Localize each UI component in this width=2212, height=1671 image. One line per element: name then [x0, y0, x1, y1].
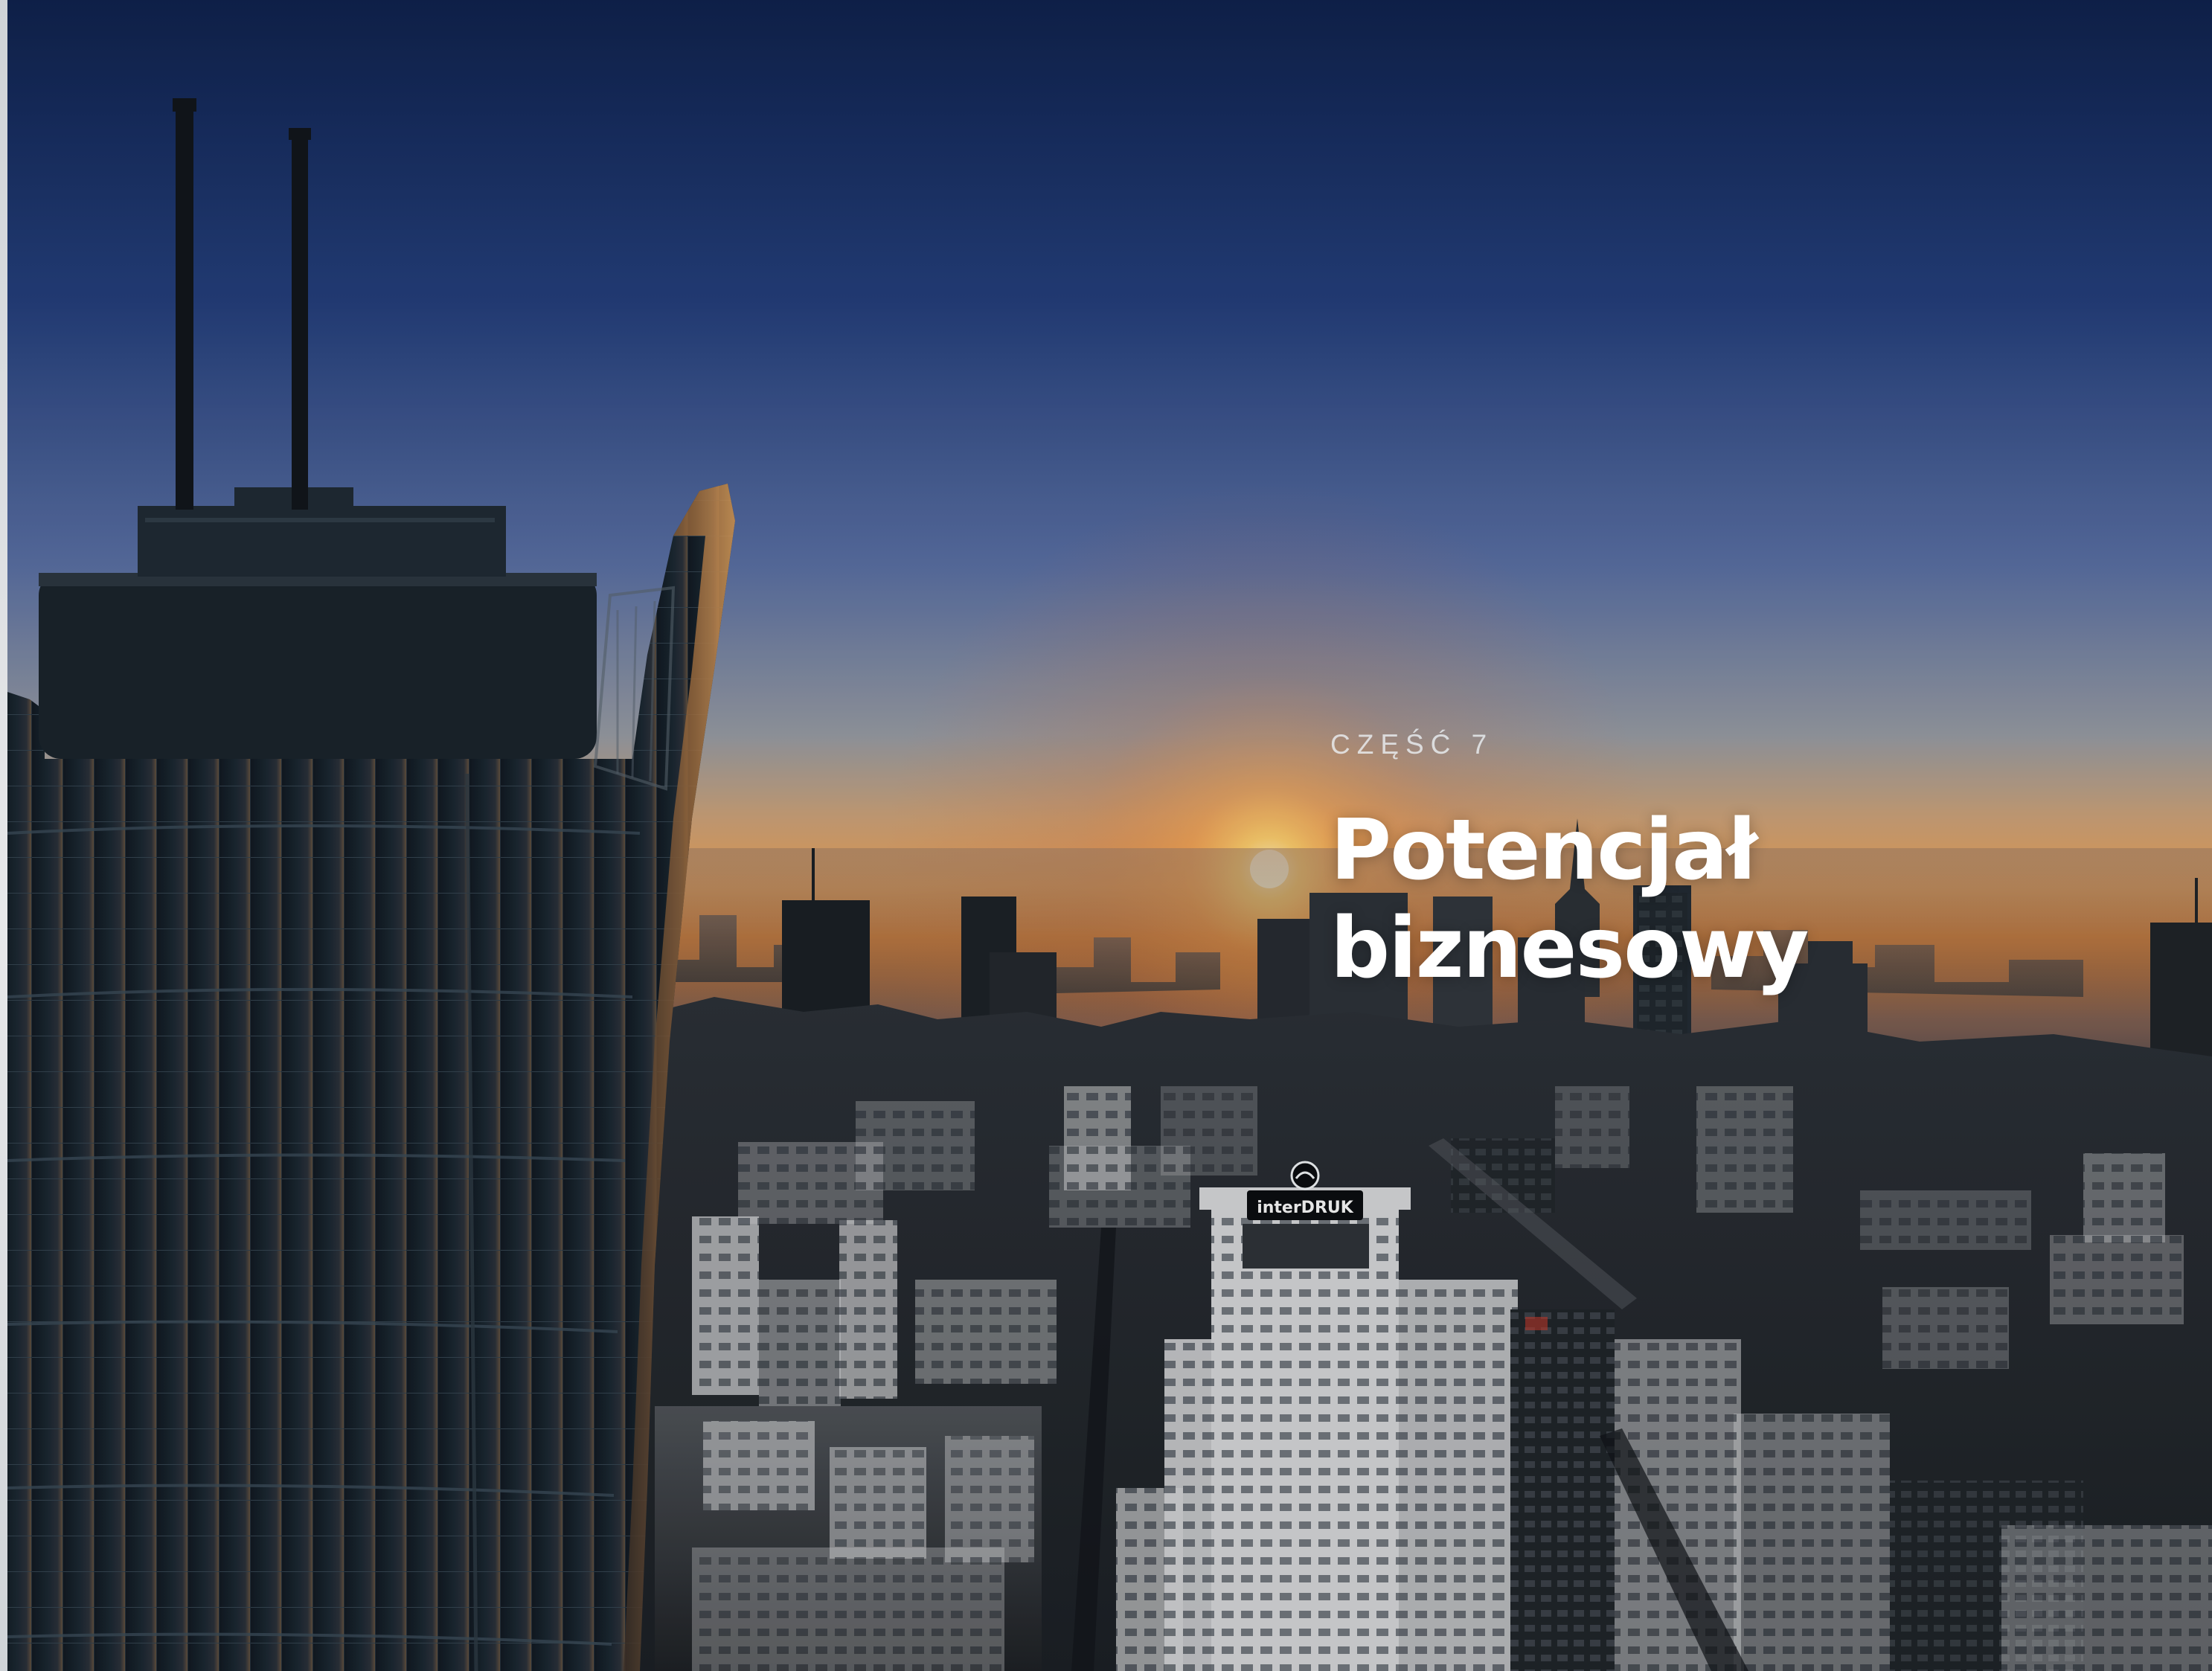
chapter-heading-block: CZĘŚĆ 7 Potencjał biznesowy [1330, 731, 2112, 998]
cover-page: interDRUK CZĘŚĆ 7 Potencjał biznesowy [0, 0, 2212, 1671]
page-title-line-2: biznesowy [1330, 900, 1809, 997]
page-edge [0, 0, 7, 1671]
page-title-line-1: Potencjał [1330, 802, 1757, 899]
section-label: CZĘŚĆ 7 [1330, 729, 1494, 760]
